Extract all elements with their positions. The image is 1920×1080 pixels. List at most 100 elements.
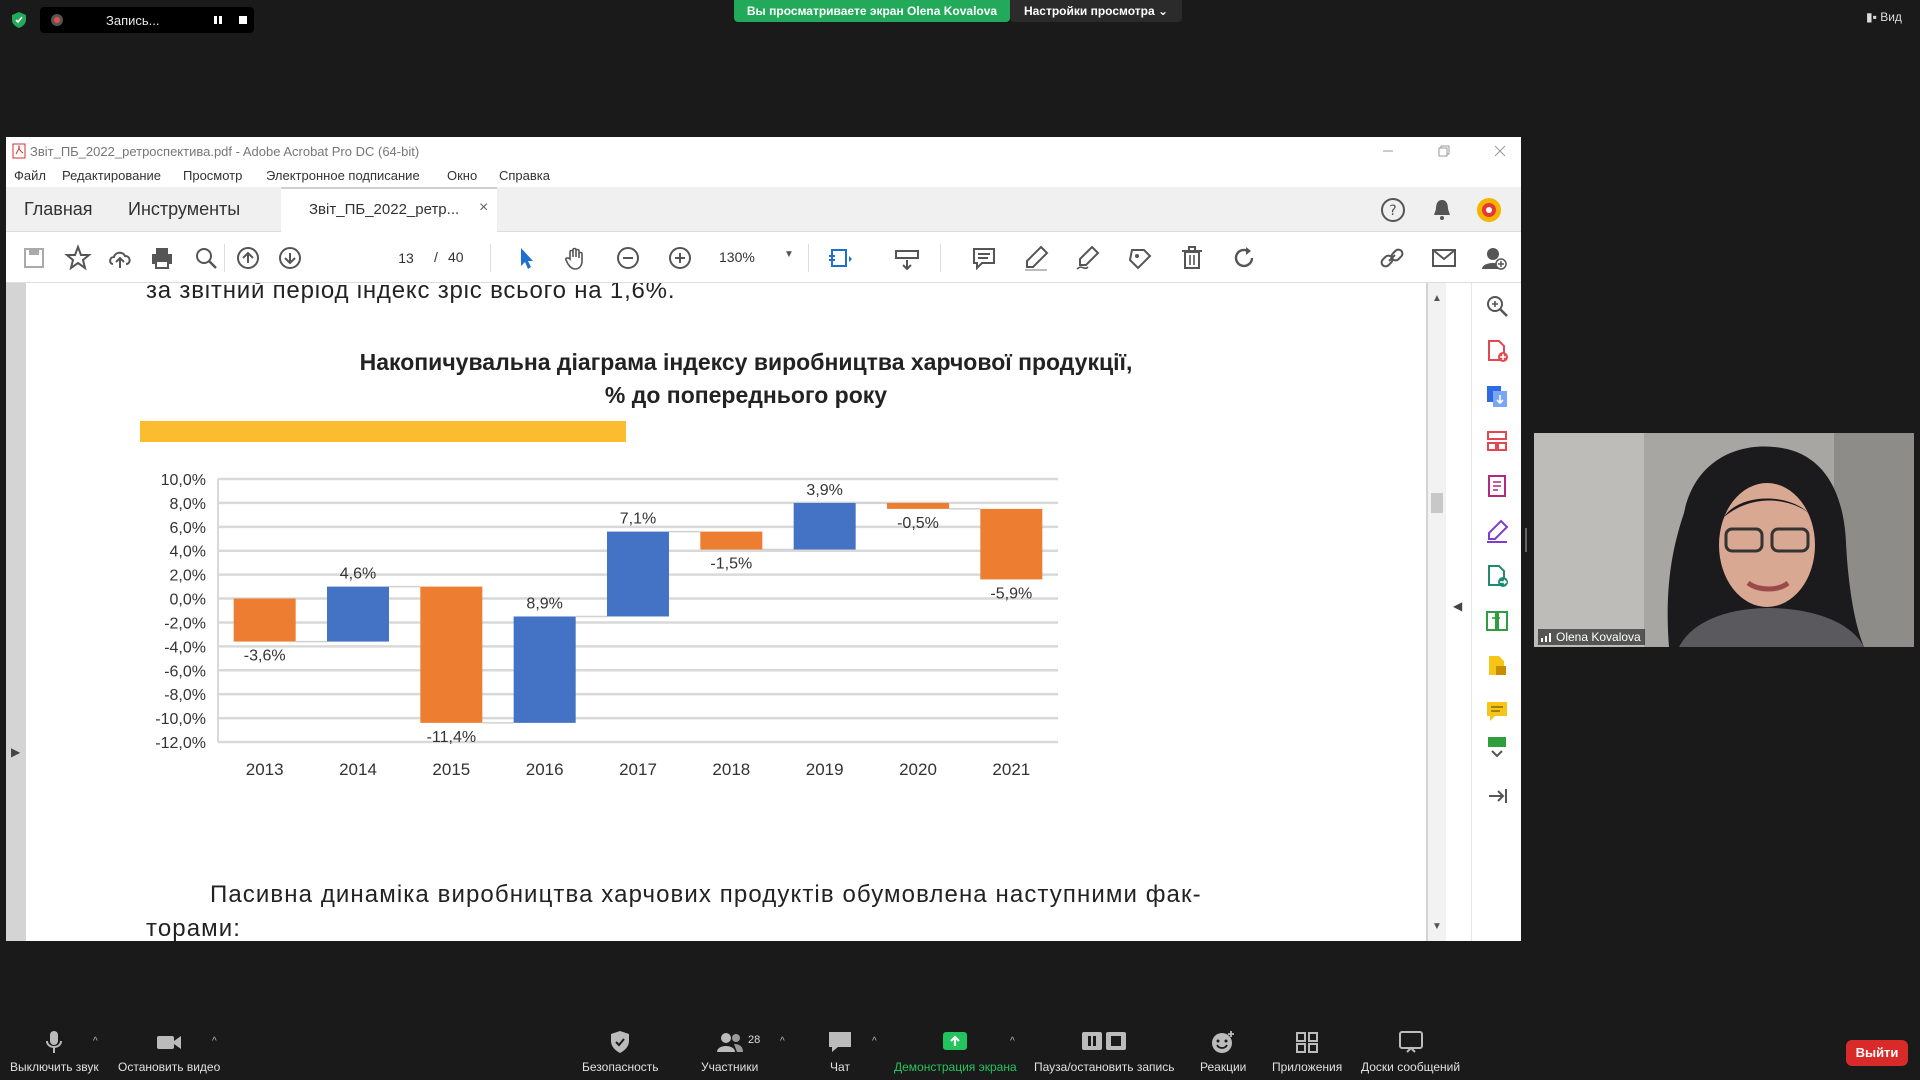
comment-icon[interactable] bbox=[970, 244, 998, 272]
help-icon[interactable]: ? bbox=[1380, 197, 1406, 223]
x-tick-label: 2018 bbox=[712, 760, 750, 779]
more-tools-icon[interactable] bbox=[1484, 733, 1510, 759]
document-tab-label: Звіт_ПБ_2022_ретр... bbox=[309, 201, 460, 218]
stop-icon[interactable] bbox=[236, 13, 250, 27]
stamp-icon[interactable] bbox=[1126, 244, 1154, 272]
upload-cloud-icon[interactable] bbox=[106, 244, 134, 272]
zoom-top-bar: Запись... Вы просматриваете экран Olena … bbox=[0, 0, 1920, 36]
export-pdf-icon[interactable] bbox=[1484, 383, 1510, 409]
tab-tools[interactable]: Инструменты bbox=[128, 199, 240, 220]
view-button[interactable]: ▮▪ Вид bbox=[1866, 10, 1902, 24]
pdf-icon bbox=[12, 143, 26, 159]
view-layout-icon: ▮▪ bbox=[1866, 10, 1881, 24]
share-user-icon[interactable] bbox=[1480, 244, 1508, 272]
y-tick-label: -4,0% bbox=[164, 639, 206, 656]
print-icon[interactable] bbox=[148, 244, 176, 272]
panel-resize-handle[interactable] bbox=[1525, 528, 1527, 552]
create-pdf-icon[interactable] bbox=[1484, 338, 1510, 364]
security-button[interactable]: Безопасность bbox=[582, 1030, 659, 1074]
scroll-thumb[interactable] bbox=[1431, 493, 1443, 513]
comment-icon[interactable] bbox=[1484, 698, 1510, 724]
rotate-icon[interactable] bbox=[1230, 244, 1258, 272]
pause-recording-button[interactable]: Пауза/остановить запись bbox=[1034, 1030, 1174, 1074]
zoom-level-select[interactable]: 130% bbox=[719, 249, 755, 265]
save-icon[interactable] bbox=[20, 244, 48, 272]
menu-file[interactable]: Файл bbox=[14, 168, 46, 183]
share-link-icon[interactable] bbox=[1378, 244, 1406, 272]
left-panel-toggle-icon[interactable]: ▶ bbox=[11, 745, 20, 759]
tab-document[interactable]: Звіт_ПБ_2022_ретр... × bbox=[281, 187, 497, 232]
menu-view[interactable]: Просмотр bbox=[183, 168, 242, 183]
mute-button[interactable]: Выключить звук bbox=[10, 1030, 99, 1074]
pause-icon[interactable] bbox=[211, 13, 225, 27]
view-options-dropdown[interactable]: Настройки просмотра ⌄ bbox=[1010, 0, 1182, 22]
zoom-out-icon[interactable] bbox=[614, 244, 642, 272]
chat-button[interactable]: Чат bbox=[826, 1030, 854, 1074]
compare-files-icon[interactable] bbox=[1484, 608, 1510, 634]
sign-pen-icon[interactable] bbox=[1074, 244, 1102, 272]
data-label: 7,1% bbox=[620, 511, 656, 528]
scroll-down-icon[interactable]: ▼ bbox=[1432, 921, 1442, 932]
delete-trash-icon[interactable] bbox=[1178, 244, 1206, 272]
close-tab-icon[interactable]: × bbox=[479, 199, 488, 217]
select-cursor-icon[interactable] bbox=[512, 244, 540, 272]
next-page-icon[interactable] bbox=[276, 244, 304, 272]
minimize-icon[interactable] bbox=[1378, 141, 1398, 161]
chevron-up-icon[interactable]: ^ bbox=[1010, 1036, 1015, 1047]
y-tick-label: -2,0% bbox=[164, 615, 206, 632]
participant-video[interactable]: Olena Kovalova bbox=[1534, 433, 1914, 647]
page-number-input[interactable]: 13 bbox=[386, 246, 426, 270]
vertical-scrollbar[interactable]: ▲ ▼ bbox=[1428, 283, 1446, 941]
fit-page-icon[interactable] bbox=[826, 244, 854, 272]
organize-pages-icon[interactable] bbox=[1484, 428, 1510, 454]
apps-button[interactable]: Приложения bbox=[1272, 1030, 1342, 1074]
scroll-up-icon[interactable]: ▲ bbox=[1432, 293, 1442, 304]
highlight-pen-icon[interactable] bbox=[1022, 244, 1050, 272]
share-screen-button[interactable]: Демонстрация экрана bbox=[894, 1030, 1017, 1074]
whiteboard-icon bbox=[1398, 1031, 1423, 1053]
measure-icon[interactable] bbox=[893, 244, 921, 272]
right-panel-toggle-icon[interactable]: ◀ bbox=[1453, 599, 1462, 613]
data-label: -3,6% bbox=[244, 648, 286, 665]
whiteboards-button[interactable]: Доски сообщений bbox=[1361, 1030, 1460, 1074]
chevron-up-icon[interactable]: ^ bbox=[780, 1036, 785, 1047]
y-tick-label: 6,0% bbox=[170, 520, 206, 537]
send-for-signature-icon[interactable] bbox=[1484, 563, 1510, 589]
chevron-up-icon[interactable]: ^ bbox=[872, 1036, 877, 1047]
prev-page-icon[interactable] bbox=[234, 244, 262, 272]
participant-name: Olena Kovalova bbox=[1556, 630, 1641, 644]
restore-icon[interactable] bbox=[1434, 141, 1454, 161]
menu-window[interactable]: Окно bbox=[447, 168, 477, 183]
chevron-up-icon[interactable]: ^ bbox=[212, 1036, 217, 1047]
edit-pdf-icon[interactable] bbox=[1484, 473, 1510, 499]
chevron-down-icon[interactable]: ▼ bbox=[784, 249, 794, 260]
x-tick-label: 2015 bbox=[432, 760, 470, 779]
shield-icon[interactable] bbox=[12, 12, 26, 28]
chart-bar bbox=[887, 502, 949, 509]
chevron-up-icon[interactable]: ^ bbox=[93, 1036, 98, 1047]
fill-sign-icon[interactable] bbox=[1484, 518, 1510, 544]
notifications-bell-icon[interactable] bbox=[1429, 197, 1455, 223]
menu-help[interactable]: Справка bbox=[499, 168, 550, 183]
data-label: -1,5% bbox=[710, 556, 752, 573]
search-icon[interactable] bbox=[192, 244, 220, 272]
tab-home[interactable]: Главная bbox=[24, 199, 93, 220]
zoom-search-icon[interactable] bbox=[1484, 293, 1510, 319]
zoom-in-icon[interactable] bbox=[666, 244, 694, 272]
stop-video-button[interactable]: Остановить видео bbox=[118, 1030, 220, 1074]
hand-tool-icon[interactable] bbox=[562, 244, 590, 272]
y-tick-label: 10,0% bbox=[161, 472, 206, 489]
close-icon[interactable] bbox=[1490, 141, 1510, 161]
document-viewport[interactable]: ▶ за звітний період індекс зріс всього н… bbox=[6, 283, 1428, 941]
y-tick-label: 0,0% bbox=[170, 592, 206, 609]
data-label: 8,9% bbox=[526, 595, 562, 612]
menu-esign[interactable]: Электронное подписание bbox=[266, 168, 420, 183]
user-avatar-icon[interactable] bbox=[1476, 197, 1502, 223]
email-icon[interactable] bbox=[1430, 244, 1458, 272]
menu-edit[interactable]: Редактирование bbox=[62, 168, 161, 183]
reactions-button[interactable]: Реакции bbox=[1200, 1030, 1246, 1074]
protect-pdf-icon[interactable] bbox=[1484, 653, 1510, 679]
star-icon[interactable] bbox=[64, 244, 92, 272]
leave-meeting-button[interactable]: Выйти bbox=[1846, 1040, 1908, 1066]
collapse-pane-icon[interactable] bbox=[1484, 783, 1510, 809]
